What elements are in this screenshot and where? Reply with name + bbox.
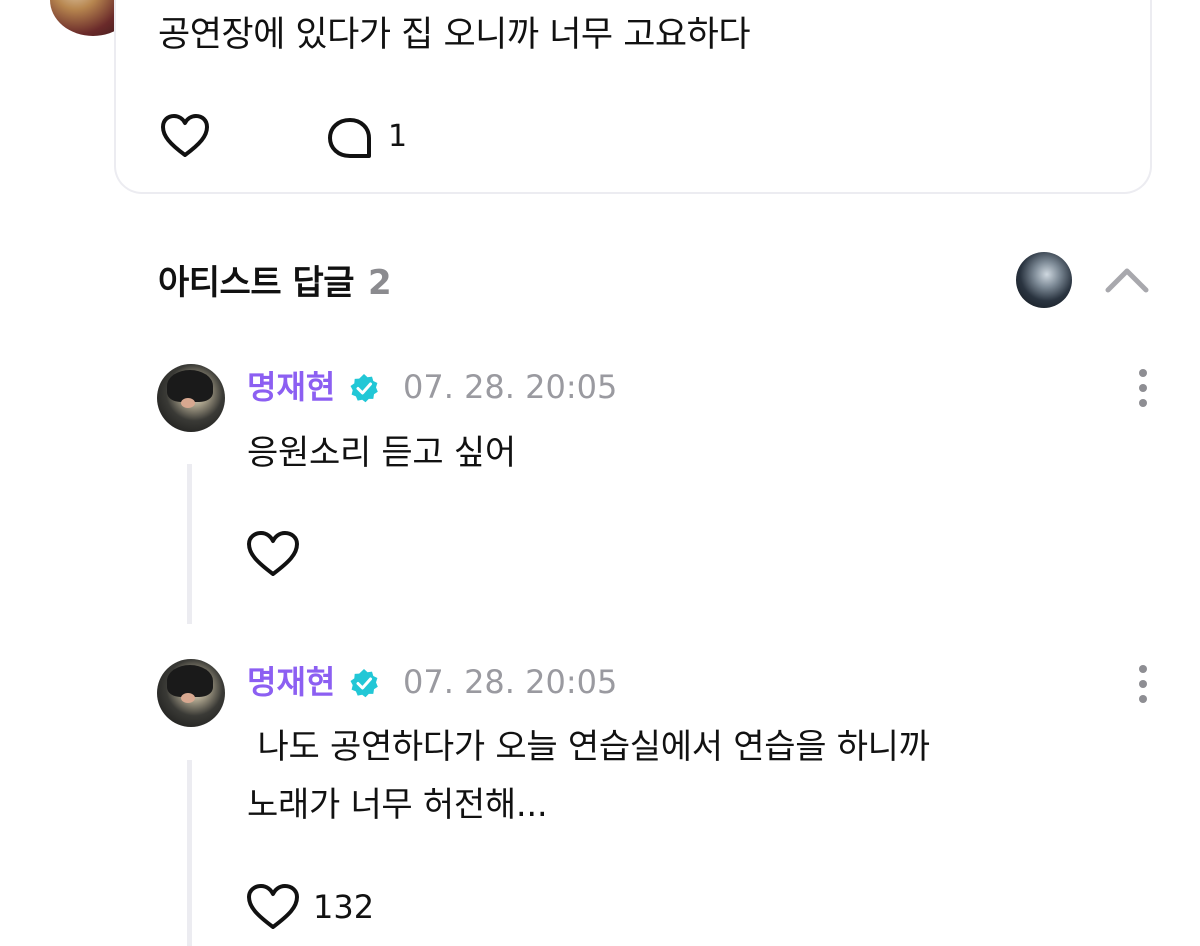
artist-avatar[interactable]: [1016, 252, 1072, 308]
artist-replies-count: 2: [368, 263, 392, 303]
like-heart-icon[interactable]: [160, 113, 210, 159]
reply-avatar[interactable]: [157, 364, 225, 432]
thread-line: [187, 464, 192, 624]
comment-count: 1: [388, 119, 408, 154]
reply-author[interactable]: 명재현: [247, 367, 335, 407]
verified-badge-icon: [350, 374, 378, 403]
reply-timestamp: 07. 28. 20:05: [403, 368, 618, 406]
reply-text-line: 나도 공연하다가 오늘 연습실에서 연습을 하니까: [247, 727, 930, 767]
reply-author[interactable]: 명재현: [247, 662, 335, 702]
more-options-icon[interactable]: [1137, 664, 1149, 704]
thread-line: [187, 760, 192, 946]
post-text: 공연장에 있다가 집 오니까 너무 고요하다: [158, 15, 751, 55]
verified-badge-icon: [350, 669, 378, 698]
like-heart-icon[interactable]: [246, 883, 300, 931]
like-heart-icon[interactable]: [246, 530, 300, 578]
more-options-icon[interactable]: [1137, 368, 1149, 408]
like-count: 132: [313, 888, 375, 926]
reply-text: 응원소리 듣고 싶어: [247, 433, 516, 473]
artist-replies-header: 아티스트 답글 2: [158, 260, 392, 306]
reply-text-line: 노래가 너무 허전해...: [247, 785, 548, 825]
reply-timestamp: 07. 28. 20:05: [403, 663, 618, 701]
reply-avatar[interactable]: [157, 659, 225, 727]
artist-replies-title: 아티스트 답글: [158, 263, 355, 303]
comment-bubble-icon[interactable]: [326, 116, 374, 160]
chevron-up-icon[interactable]: [1102, 262, 1152, 296]
